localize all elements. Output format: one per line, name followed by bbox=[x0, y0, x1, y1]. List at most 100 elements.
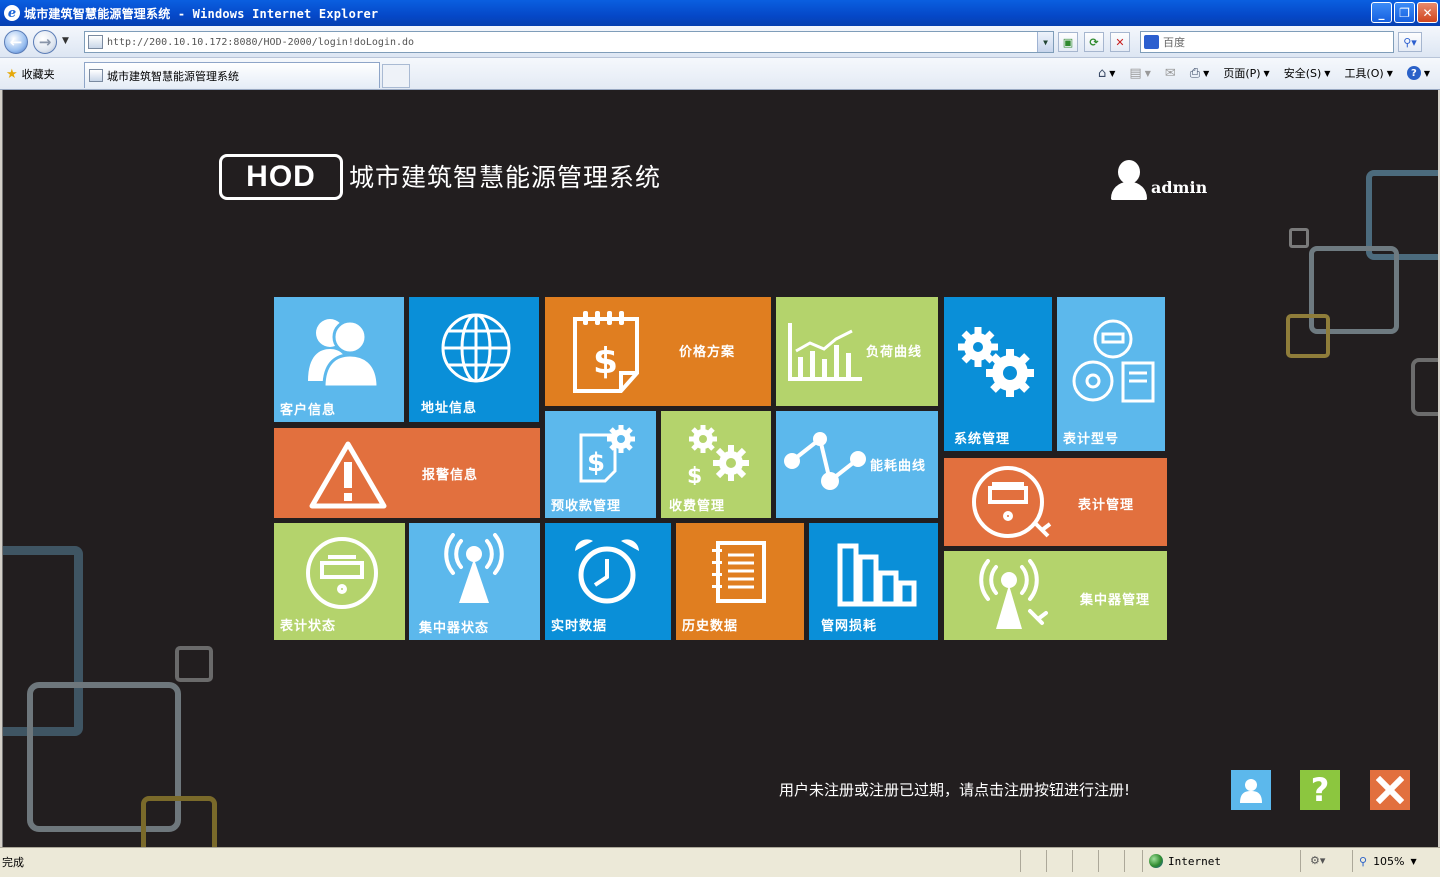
decor-square bbox=[1289, 228, 1309, 248]
address-bar[interactable]: http://200.10.10.172:8080/HOD-2000/login… bbox=[84, 31, 1054, 53]
tile-prepay-mgmt[interactable]: $ 预收款管理 bbox=[545, 411, 656, 518]
tools-menu[interactable]: 工具(O) ▼ bbox=[1344, 65, 1392, 81]
tile-meter-model[interactable]: 表计型号 bbox=[1057, 297, 1165, 451]
tile-label: 表计状态 bbox=[280, 619, 337, 634]
tile-energy-curve[interactable]: 能耗曲线 bbox=[776, 411, 938, 518]
help-button[interactable]: ? bbox=[1300, 770, 1340, 810]
recent-pages-dropdown[interactable]: ▼ bbox=[62, 36, 69, 46]
decor-square bbox=[175, 646, 213, 682]
antenna-icon bbox=[444, 533, 504, 603]
star-icon: ★ bbox=[6, 66, 18, 82]
tile-label: 报警信息 bbox=[422, 468, 479, 483]
close-window-button[interactable]: ✕ bbox=[1417, 2, 1438, 23]
tile-label: 表计管理 bbox=[1078, 498, 1135, 513]
forward-arrow-icon: → bbox=[38, 33, 52, 51]
tile-label: 负荷曲线 bbox=[866, 345, 923, 360]
tile-label: 收费管理 bbox=[669, 499, 726, 514]
zoom-control[interactable]: ⚲ 105% ▼ bbox=[1352, 850, 1417, 872]
protected-mode-button[interactable]: ⚙▾ bbox=[1310, 854, 1325, 867]
restore-button[interactable]: ❐ bbox=[1394, 2, 1415, 23]
tile-label: 实时数据 bbox=[551, 619, 608, 634]
tile-charge-mgmt[interactable]: $ 收费管理 bbox=[661, 411, 771, 518]
tile-label: 历史数据 bbox=[682, 619, 739, 634]
back-arrow-icon: ← bbox=[9, 33, 23, 51]
mail-button[interactable]: ✉ bbox=[1165, 66, 1176, 81]
stop-icon: ✕ bbox=[1115, 35, 1125, 49]
stop-button[interactable]: ✕ bbox=[1110, 32, 1130, 52]
home-button[interactable]: ⌂ ▼ bbox=[1098, 66, 1115, 81]
registration-notice: 用户未注册或注册已过期，请点击注册按钮进行注册! bbox=[779, 781, 1131, 799]
tile-alarm-info[interactable]: 报警信息 bbox=[274, 428, 540, 518]
tile-label: 表计型号 bbox=[1063, 432, 1120, 447]
tile-address-info[interactable]: 地址信息 bbox=[409, 297, 539, 422]
register-button[interactable] bbox=[1231, 770, 1271, 810]
address-url[interactable]: http://200.10.10.172:8080/HOD-2000/login… bbox=[107, 37, 414, 48]
tile-concentrator-status[interactable]: 集中器状态 bbox=[409, 523, 540, 640]
feeds-button[interactable]: ▤ ▼ bbox=[1129, 66, 1150, 81]
back-button[interactable]: ← bbox=[4, 30, 28, 54]
notebook-icon bbox=[712, 541, 766, 603]
user-avatar-icon bbox=[1111, 160, 1147, 200]
tile-concentrator-mgmt[interactable]: 集中器管理 bbox=[944, 551, 1167, 640]
svg-text:$: $ bbox=[593, 341, 618, 382]
new-tab-button[interactable] bbox=[382, 64, 410, 88]
page-icon bbox=[88, 35, 103, 49]
address-dropdown-button[interactable]: ▼ bbox=[1037, 32, 1053, 52]
baidu-icon bbox=[1144, 35, 1159, 49]
mail-icon: ✉ bbox=[1164, 65, 1176, 81]
tile-history-data[interactable]: 历史数据 bbox=[676, 523, 804, 640]
gears-icon bbox=[958, 327, 1034, 397]
tile-label: 系统管理 bbox=[954, 432, 1011, 447]
navigation-bar: ← → ▼ http://200.10.10.172:8080/HOD-2000… bbox=[0, 26, 1440, 58]
decor-square bbox=[1286, 314, 1330, 358]
exit-button[interactable] bbox=[1370, 770, 1410, 810]
tile-label: 地址信息 bbox=[421, 401, 478, 416]
tile-label: 预收款管理 bbox=[551, 499, 622, 514]
window-title: 城市建筑智慧能源管理系统 - Windows Internet Explorer bbox=[24, 6, 379, 21]
refresh-icon: ⟳ bbox=[1089, 35, 1099, 49]
globe-icon bbox=[1149, 854, 1163, 868]
search-button[interactable]: ⚲▾ bbox=[1398, 32, 1422, 52]
system-title: 城市建筑智慧能源管理系统 bbox=[349, 163, 662, 192]
zone-label: Internet bbox=[1168, 854, 1221, 868]
charge-gears-icon: $ bbox=[687, 425, 749, 485]
close-icon bbox=[1376, 776, 1404, 804]
tile-meter-status[interactable]: 表计状态 bbox=[274, 523, 405, 640]
user-menu[interactable]: admin bbox=[1111, 160, 1207, 200]
search-icon: ⚲▾ bbox=[1403, 35, 1417, 49]
help-menu[interactable]: ? ▼ bbox=[1406, 66, 1430, 80]
page-menu[interactable]: 页面(P) ▼ bbox=[1223, 65, 1269, 81]
tile-meter-mgmt[interactable]: 表计管理 bbox=[944, 458, 1167, 546]
tile-network-loss[interactable]: 管网损耗 bbox=[809, 523, 938, 640]
descending-bars-icon bbox=[837, 543, 917, 607]
favorites-label: 收藏夹 bbox=[21, 68, 55, 81]
browser-tab-active[interactable]: 城市建筑智慧能源管理系统 bbox=[84, 62, 380, 88]
tile-load-curve[interactable]: 负荷曲线 bbox=[776, 297, 938, 406]
tab-title: 城市建筑智慧能源管理系统 bbox=[107, 69, 239, 83]
zoom-icon: ⚲ bbox=[1359, 854, 1368, 868]
status-bar: 完成 Internet ⚙▾ ⚲ 105% ▼ bbox=[0, 847, 1440, 877]
search-box[interactable]: 百度 bbox=[1140, 31, 1394, 53]
tile-realtime-data[interactable]: 实时数据 bbox=[545, 523, 671, 640]
ie-logo-icon: e bbox=[4, 5, 20, 21]
search-placeholder[interactable]: 百度 bbox=[1163, 34, 1185, 50]
safety-menu[interactable]: 安全(S) ▼ bbox=[1284, 65, 1331, 81]
warning-icon bbox=[309, 441, 387, 509]
users-icon bbox=[308, 319, 380, 387]
svg-text:$: $ bbox=[587, 448, 605, 478]
hod-logo: HOD bbox=[219, 154, 343, 200]
compatibility-view-button[interactable]: ▣ bbox=[1058, 32, 1078, 52]
favorites-button[interactable]: ★ 收藏夹 bbox=[6, 66, 55, 82]
minimize-button[interactable]: _ bbox=[1371, 2, 1392, 23]
refresh-button[interactable]: ⟳ bbox=[1084, 32, 1104, 52]
tile-price-plan[interactable]: $ 价格方案 bbox=[545, 297, 771, 406]
tile-customer-info[interactable]: 客户信息 bbox=[274, 297, 404, 422]
print-button[interactable]: ⎙ ▼ bbox=[1190, 66, 1210, 81]
tile-system-mgmt[interactable]: 系统管理 bbox=[944, 297, 1052, 451]
forward-button[interactable]: → bbox=[33, 30, 57, 54]
bar-chart-icon bbox=[788, 323, 862, 381]
meter-types-icon bbox=[1072, 319, 1155, 403]
status-text: 完成 bbox=[2, 856, 24, 869]
alarm-clock-icon bbox=[575, 539, 639, 604]
tile-label: 能耗曲线 bbox=[870, 459, 927, 474]
